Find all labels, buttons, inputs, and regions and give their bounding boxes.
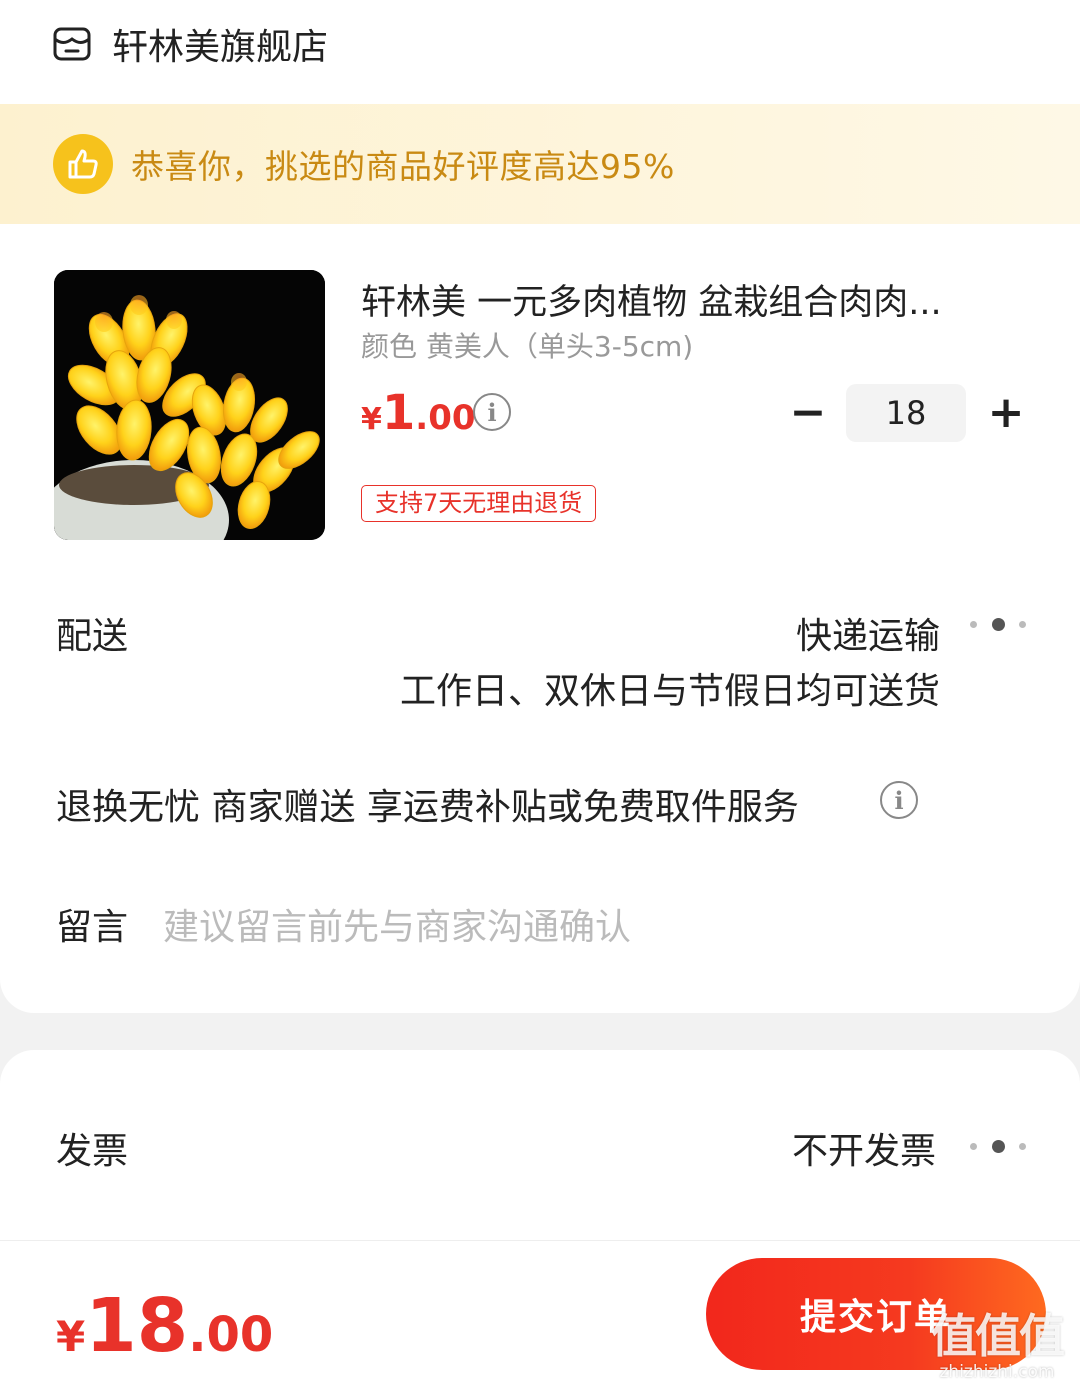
message-label: 留言 xyxy=(56,907,129,948)
watermark-logo: 值值值 xyxy=(931,1309,1065,1363)
total-price: ¥ 18 .00 xyxy=(56,1283,273,1369)
returns-text: 退换无忧 商家赠送 享运费补贴或免费取件服务 xyxy=(56,787,799,828)
product-image[interactable] xyxy=(54,270,325,540)
returns-info-icon[interactable]: i xyxy=(880,781,918,819)
invoice-label: 发票 xyxy=(56,1131,129,1172)
invoice-card: 发票 不开发票 xyxy=(0,1050,1080,1240)
watermark-url: zhizhizhi.com xyxy=(939,1362,1055,1382)
watermark: 值值值 zhizhizhi.com xyxy=(922,1300,1072,1382)
delivery-method[interactable]: 快递运输 xyxy=(700,607,940,659)
price-info-icon[interactable]: i xyxy=(473,393,511,431)
delivery-note: 工作日、双休日与节假日均可送货 xyxy=(399,671,940,712)
invoice-value[interactable]: 不开发票 xyxy=(700,1122,936,1174)
price-currency: ¥ xyxy=(361,402,382,437)
checkout-bar: ¥ 18 .00 提交订单 xyxy=(0,1240,1080,1389)
store-name: 轩林美旗舰店 xyxy=(112,27,329,68)
quantity-plus-button[interactable]: + xyxy=(984,388,1028,438)
message-input[interactable]: 建议留言前先与商家沟通确认 xyxy=(163,898,631,950)
product-title[interactable]: 轩林美 一元多肉植物 盆栽组合肉肉... xyxy=(361,274,1021,325)
price-integer: 1 xyxy=(381,385,416,441)
quantity-minus-button[interactable]: − xyxy=(786,388,830,438)
store-icon xyxy=(53,27,91,61)
total-currency: ¥ xyxy=(56,1312,86,1361)
product-price: ¥ 1 .00 xyxy=(361,385,476,441)
return-policy-badge: 支持7天无理由退货 xyxy=(361,485,597,522)
store-header[interactable]: 轩林美旗舰店 xyxy=(52,14,328,74)
rating-banner: 恭喜你，挑选的商品好评度高达95% xyxy=(0,104,1080,224)
delivery-label: 配送 xyxy=(56,616,129,657)
quantity-input[interactable]: 18 xyxy=(846,384,966,442)
invoice-more-icon[interactable] xyxy=(970,1139,1026,1153)
product-spec[interactable]: 颜色 黄美人（单头3-5cm) xyxy=(361,325,693,365)
banner-text: 恭喜你，挑选的商品好评度高达95% xyxy=(131,147,675,186)
thumbs-up-icon xyxy=(53,134,113,194)
delivery-more-icon[interactable] xyxy=(970,617,1026,631)
total-decimal: .00 xyxy=(188,1307,274,1363)
price-decimal: .00 xyxy=(415,398,476,438)
order-card: 轩林美旗舰店 恭喜你，挑选的商品好评度高达95% 轩林美 一元多肉植物 盆栽组合… xyxy=(0,0,1080,1013)
total-integer: 18 xyxy=(85,1283,189,1369)
